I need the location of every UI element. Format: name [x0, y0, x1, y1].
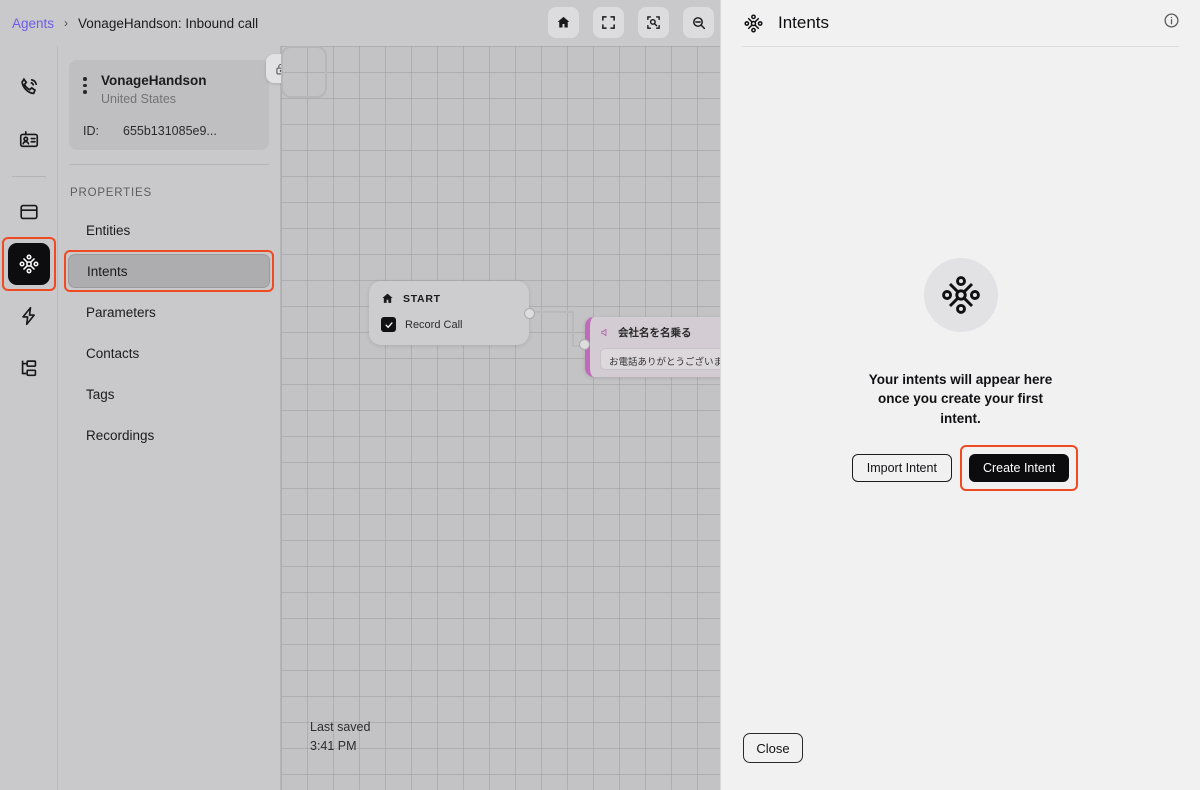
- info-icon: [1164, 13, 1179, 28]
- properties-list: Entities Intents Parameters Contacts Tag…: [58, 213, 280, 452]
- last-saved-label: Last saved: [310, 720, 371, 734]
- intents-panel-title: Intents: [778, 13, 830, 32]
- properties-sidebar: VonageHandson United States ID: 655b1310…: [58, 46, 295, 790]
- intents-panel-footer: Close: [721, 733, 1200, 790]
- node-input-handle[interactable]: [579, 339, 590, 350]
- properties-item-label: Intents: [87, 263, 128, 279]
- rail-item-intents[interactable]: [1, 237, 56, 291]
- properties-item-label: Entities: [86, 222, 131, 238]
- node-output-handle[interactable]: [524, 308, 535, 319]
- zoom-out-icon: [692, 16, 705, 29]
- rail-item-contacts[interactable]: [8, 118, 50, 160]
- create-intent-button[interactable]: Create Intent: [959, 445, 1079, 492]
- home-icon: [557, 16, 570, 28]
- speaker-icon: [601, 328, 607, 337]
- check-icon: [384, 321, 393, 328]
- agent-card: VonageHandson United States ID: 655b1310…: [69, 60, 269, 151]
- message-node-title: 会社名を名乗る: [618, 327, 692, 339]
- empty-state-actions: Import Intent Create Intent: [851, 445, 1079, 492]
- panel-icon: [19, 204, 38, 220]
- rail-item-flows[interactable]: [8, 191, 50, 233]
- properties-item-label: Recordings: [86, 427, 155, 443]
- properties-item-recordings[interactable]: Recordings: [68, 418, 270, 452]
- fit-screen-icon: [602, 16, 615, 29]
- agent-identity: VonageHandson United States: [101, 72, 207, 108]
- properties-item-contacts[interactable]: Contacts: [68, 336, 270, 370]
- start-node-header: START: [381, 292, 517, 305]
- properties-item-parameters[interactable]: Parameters: [68, 295, 270, 329]
- flow-edge-segment: [534, 311, 574, 313]
- breadcrumb-root-link[interactable]: Agents: [12, 16, 54, 31]
- close-button[interactable]: Close: [743, 733, 803, 763]
- agent-id-label: ID:: [83, 124, 99, 139]
- intent-node-icon: [941, 275, 980, 314]
- icon-rail: [0, 46, 58, 790]
- intent-node-icon: [744, 13, 763, 33]
- rail-item-events[interactable]: [8, 295, 50, 337]
- dot: [83, 90, 87, 94]
- import-intent-button[interactable]: Import Intent: [851, 454, 952, 483]
- create-intent-label: Create Intent: [982, 461, 1056, 476]
- flow-edge-segment: [572, 311, 574, 347]
- intents-panel-header: Intents: [721, 0, 1200, 46]
- app-root: Agents › VonageHandson: Inbound call Von…: [0, 0, 1200, 790]
- home-icon: [382, 293, 393, 303]
- agent-name: VonageHandson: [101, 73, 207, 88]
- rail-item-structure[interactable]: [8, 347, 50, 389]
- canvas-toolbar: [548, 7, 714, 38]
- properties-item-tags[interactable]: Tags: [68, 377, 270, 411]
- start-node-record-row[interactable]: Record Call: [381, 317, 517, 332]
- top-bar: Agents › VonageHandson: Inbound call: [0, 0, 720, 46]
- record-call-checkbox[interactable]: [381, 317, 396, 332]
- properties-item-entities[interactable]: Entities: [68, 213, 270, 247]
- fit-screen-button[interactable]: [593, 7, 624, 38]
- breadcrumb-separator-icon: ›: [64, 16, 69, 30]
- agent-card-top: VonageHandson United States: [69, 72, 259, 108]
- properties-item-label: Contacts: [86, 345, 140, 361]
- zoom-to-selection-button[interactable]: [638, 7, 669, 38]
- record-call-label: Record Call: [405, 318, 463, 331]
- dot: [83, 77, 87, 81]
- last-saved-time: 3:41 PM: [310, 738, 357, 753]
- empty-state-message: Your intents will appear here once you c…: [868, 371, 1053, 426]
- rail-divider: [11, 176, 46, 177]
- more-vertical-icon[interactable]: [69, 72, 101, 94]
- agent-id-value: 655b131085e9...: [123, 124, 217, 139]
- flow-node-partial[interactable]: [281, 46, 327, 98]
- properties-title: PROPERTIES: [70, 187, 152, 200]
- zoom-to-selection-icon: [647, 16, 660, 29]
- id-card-icon: [19, 131, 38, 148]
- dot: [83, 83, 87, 87]
- agent-id-row: ID: 655b131085e9...: [69, 124, 259, 138]
- breadcrumb: Agents › VonageHandson: Inbound call: [0, 16, 258, 31]
- agent-country: United States: [101, 92, 177, 107]
- intents-empty-state: Your intents will appear here once you c…: [721, 47, 1200, 733]
- breadcrumb-current: VonageHandson: Inbound call: [78, 15, 259, 31]
- empty-state-icon-circle: [923, 257, 998, 332]
- phone-call-icon: [20, 77, 37, 95]
- info-button[interactable]: [1163, 12, 1180, 34]
- intents-panel: Intents Your intents will appear here on…: [720, 0, 1200, 790]
- properties-item-label: Parameters: [86, 304, 156, 320]
- hierarchy-icon: [21, 360, 36, 377]
- intent-node-icon: [19, 254, 38, 274]
- zoom-out-button[interactable]: [683, 7, 714, 38]
- last-saved-status: Last saved 3:41 PM: [310, 718, 370, 756]
- flow-node-start[interactable]: START Record Call: [369, 281, 535, 345]
- start-node-title: START: [403, 292, 441, 305]
- properties-item-intents[interactable]: Intents: [64, 250, 274, 293]
- home-button[interactable]: [548, 7, 579, 38]
- rail-item-calls[interactable]: [8, 66, 50, 108]
- lightning-bolt-icon: [21, 306, 35, 326]
- properties-item-label: Tags: [86, 386, 115, 402]
